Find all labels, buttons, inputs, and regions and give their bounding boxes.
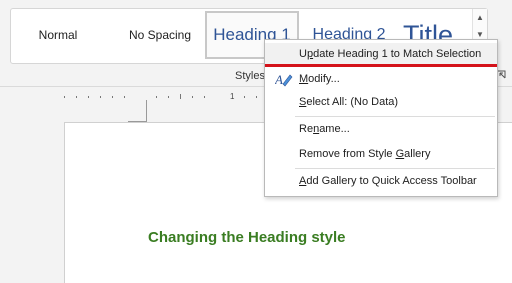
ruler-tick <box>180 94 181 99</box>
menu-item-update-heading[interactable]: Update Heading 1 to Match Selection <box>265 43 497 65</box>
ruler-tick <box>156 96 157 98</box>
style-normal[interactable]: Normal <box>15 11 101 59</box>
menu-item-label: Rename... <box>299 123 350 135</box>
margin-corner-mark <box>128 121 146 122</box>
ruler-tick <box>76 96 77 98</box>
style-normal-label: Normal <box>38 28 78 42</box>
ruler-tick <box>112 96 113 98</box>
ruler-tick <box>244 96 245 98</box>
ruler-tick <box>204 96 205 98</box>
style-no-spacing-label: No Spacing <box>128 28 192 42</box>
menu-item-label: Remove from Style Gallery <box>299 148 431 160</box>
menu-item-label: Modify... <box>299 73 340 85</box>
menu-item-rename[interactable]: Rename... <box>265 118 497 140</box>
ruler-tick <box>192 96 193 98</box>
dialog-launcher-icon[interactable] <box>497 70 506 79</box>
menu-item-remove-from-gallery[interactable]: Remove from Style Gallery <box>265 143 497 165</box>
menu-separator <box>295 116 495 117</box>
menu-separator <box>295 168 495 169</box>
ruler-tick <box>124 96 125 98</box>
scroll-up-icon[interactable]: ▲ <box>473 9 487 26</box>
svg-text:A: A <box>275 72 283 87</box>
highlight-underline <box>265 64 497 67</box>
menu-item-add-to-quick-access[interactable]: Add Gallery to Quick Access Toolbar <box>265 170 497 192</box>
ruler-tick <box>64 96 65 98</box>
menu-item-label: Add Gallery to Quick Access Toolbar <box>299 175 477 187</box>
style-no-spacing[interactable]: No Spacing <box>107 11 213 59</box>
edit-style-icon: A <box>274 71 293 87</box>
styles-group-label: Styles <box>235 70 265 82</box>
ruler-tick <box>256 96 257 98</box>
menu-item-label: Select All: (No Data) <box>299 96 399 108</box>
ruler-number: 1 <box>230 92 235 101</box>
document-heading[interactable]: Changing the Heading style <box>148 229 346 246</box>
menu-item-label: Update Heading 1 to Match Selection <box>299 48 482 60</box>
menu-item-modify[interactable]: A Modify... <box>265 68 497 90</box>
ruler-tick <box>100 96 101 98</box>
margin-corner-mark <box>146 100 147 122</box>
style-context-menu: Update Heading 1 to Match Selection A Mo… <box>264 39 498 197</box>
ruler-tick <box>88 96 89 98</box>
ruler-tick <box>168 96 169 98</box>
menu-item-select-all[interactable]: Select All: (No Data) <box>265 91 497 113</box>
